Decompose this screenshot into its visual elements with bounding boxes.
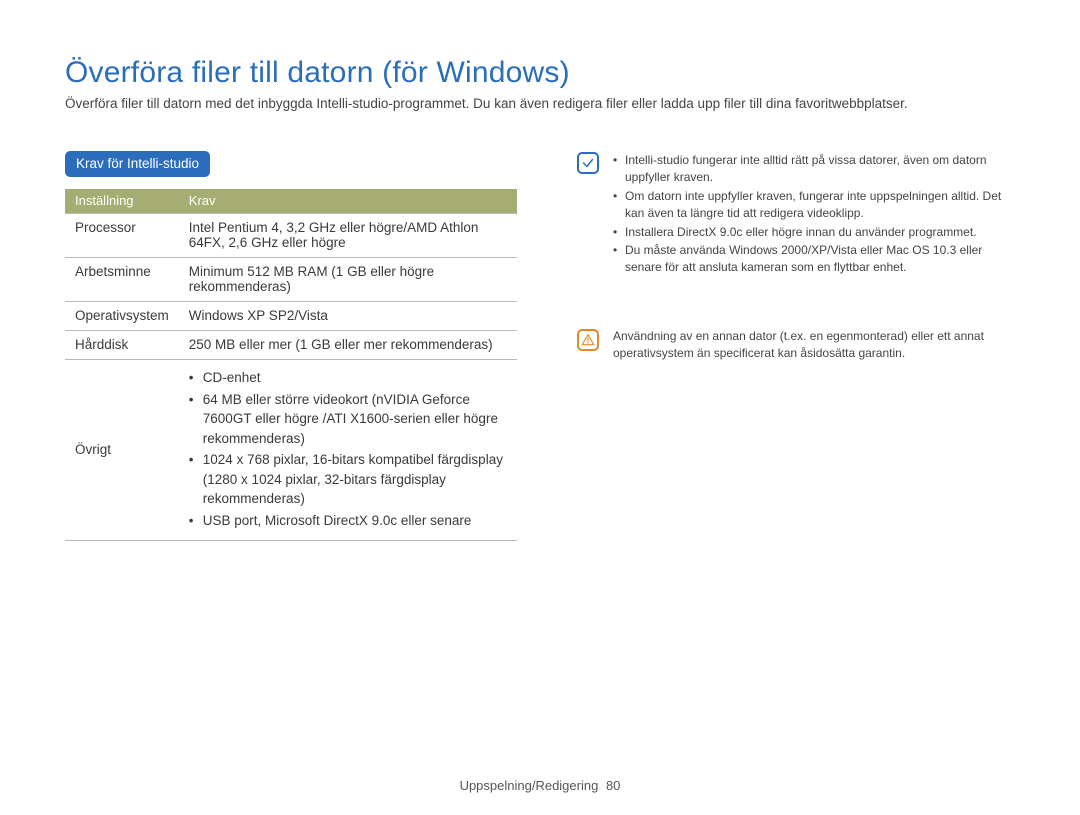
- list-item: CD-enhet: [189, 368, 507, 388]
- warning-callout: Användning av en annan dator (t.ex. en e…: [577, 328, 1015, 363]
- row-label: Arbetsminne: [65, 258, 179, 302]
- other-list: CD-enhet 64 MB eller större videokort (n…: [189, 368, 507, 531]
- list-item: Du måste använda Windows 2000/XP/Vista e…: [613, 242, 1015, 277]
- list-item: 1024 x 768 pixlar, 16-bitars kompatibel …: [189, 450, 507, 509]
- table-row: Övrigt CD-enhet 64 MB eller större video…: [65, 360, 517, 541]
- note-list: Intelli-studio fungerar inte alltid rätt…: [613, 151, 1015, 278]
- row-label: Hårddisk: [65, 331, 179, 360]
- warning-text: Användning av en annan dator (t.ex. en e…: [613, 328, 1015, 363]
- table-row: Operativsystem Windows XP SP2/Vista: [65, 302, 517, 331]
- row-label: Operativsystem: [65, 302, 179, 331]
- list-item: Installera DirectX 9.0c eller högre inna…: [613, 224, 1015, 241]
- note-icon: [577, 152, 599, 174]
- left-column: Krav för Intelli-studio Inställning Krav…: [65, 151, 517, 541]
- page-title: Överföra filer till datorn (för Windows): [65, 56, 1015, 90]
- right-column: Intelli-studio fungerar inte alltid rätt…: [577, 151, 1015, 413]
- row-label: Processor: [65, 214, 179, 258]
- table-row: Processor Intel Pentium 4, 3,2 GHz eller…: [65, 214, 517, 258]
- table-row: Hårddisk 250 MB eller mer (1 GB eller me…: [65, 331, 517, 360]
- footer-section-label: Uppspelning/Redigering: [460, 778, 599, 793]
- list-item: USB port, Microsoft DirectX 9.0c eller s…: [189, 511, 507, 531]
- row-label: Övrigt: [65, 360, 179, 541]
- col-head-req: Krav: [179, 189, 517, 214]
- section-label: Krav för Intelli-studio: [65, 151, 210, 177]
- requirements-table: Inställning Krav Processor Intel Pentium…: [65, 189, 517, 541]
- content-columns: Krav för Intelli-studio Inställning Krav…: [65, 151, 1015, 541]
- warning-icon: [577, 329, 599, 351]
- list-item: Intelli-studio fungerar inte alltid rätt…: [613, 152, 1015, 187]
- intro-text: Överföra filer till datorn med det inbyg…: [65, 96, 1015, 111]
- row-value: Windows XP SP2/Vista: [179, 302, 517, 331]
- row-value: Intel Pentium 4, 3,2 GHz eller högre/AMD…: [179, 214, 517, 258]
- list-item: Om datorn inte uppfyller kraven, fungera…: [613, 188, 1015, 223]
- note-callout: Intelli-studio fungerar inte alltid rätt…: [577, 151, 1015, 278]
- table-row: Arbetsminne Minimum 512 MB RAM (1 GB ell…: [65, 258, 517, 302]
- list-item: 64 MB eller större videokort (nVIDIA Gef…: [189, 390, 507, 449]
- row-value: 250 MB eller mer (1 GB eller mer rekomme…: [179, 331, 517, 360]
- row-value: Minimum 512 MB RAM (1 GB eller högre rek…: [179, 258, 517, 302]
- manual-page: Överföra filer till datorn (för Windows)…: [0, 0, 1080, 815]
- row-value: CD-enhet 64 MB eller större videokort (n…: [179, 360, 517, 541]
- col-head-setting: Inställning: [65, 189, 179, 214]
- footer-page-number: 80: [606, 778, 620, 793]
- page-footer: Uppspelning/Redigering 80: [0, 778, 1080, 793]
